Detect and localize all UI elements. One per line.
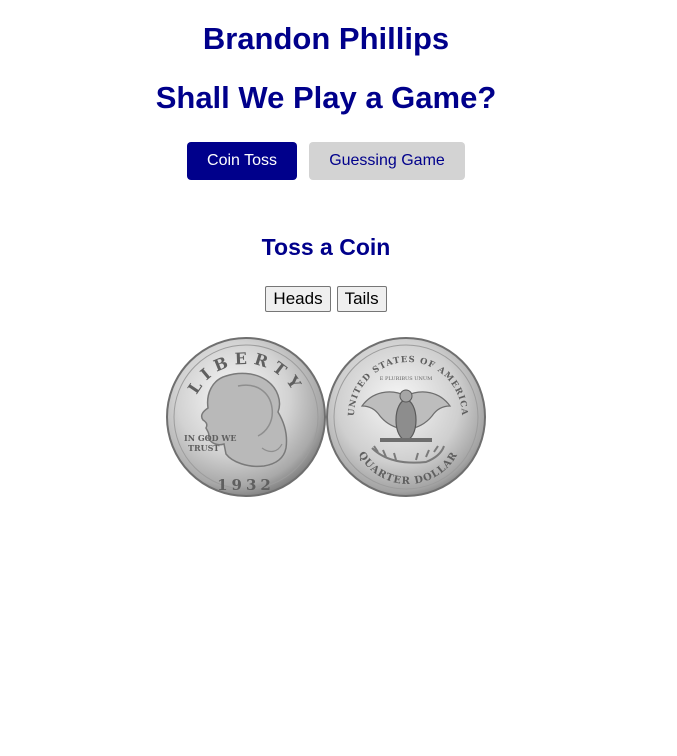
heads-button[interactable]: Heads <box>265 286 331 312</box>
page-title: Shall We Play a Game? <box>155 80 497 115</box>
choice-buttons: Heads Tails <box>0 286 652 312</box>
svg-text:E PLURIBUS UNUM: E PLURIBUS UNUM <box>380 376 432 382</box>
svg-text:TRUST: TRUST <box>188 443 219 453</box>
game-tabs: Coin Toss Guessing Game <box>0 142 652 180</box>
tab-coin-toss[interactable]: Coin Toss <box>187 142 297 180</box>
quarter-coin-image: LIBERTY IN GOD WE TRUST 1932 UNITED STAT… <box>166 337 486 497</box>
coin-toss-title: Toss a Coin <box>261 234 391 260</box>
page: Brandon Phillips Shall We Play a Game? C… <box>0 0 652 756</box>
coin-obverse: LIBERTY IN GOD WE TRUST 1932 <box>166 337 326 497</box>
tails-button[interactable]: Tails <box>336 286 387 312</box>
tab-guessing-game[interactable]: Guessing Game <box>309 142 465 180</box>
coin-reverse: UNITED STATES OF AMERICA E PLURIBUS UNUM… <box>326 337 486 497</box>
svg-text:IN GOD WE: IN GOD WE <box>184 433 236 443</box>
svg-text:1932: 1932 <box>217 476 275 494</box>
author-name: Brandon Phillips <box>202 21 450 56</box>
